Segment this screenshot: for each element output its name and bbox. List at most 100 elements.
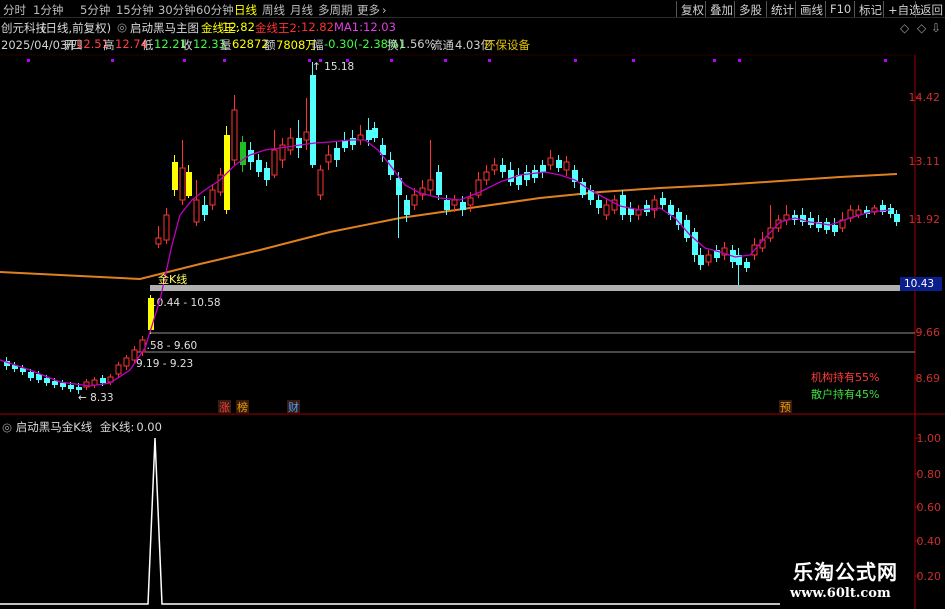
candle-body-down xyxy=(334,148,340,160)
candle-body-up xyxy=(491,164,498,171)
indicator-tick-label: 0.20 xyxy=(917,570,942,583)
candle-body-down xyxy=(264,168,270,180)
signal-dot xyxy=(632,59,635,62)
settings-icon[interactable]: ◎ xyxy=(2,420,12,434)
candle-body-up xyxy=(155,237,162,245)
candle-body-down xyxy=(296,138,302,148)
candle-body-down xyxy=(310,75,316,165)
candle-body-down xyxy=(44,378,50,383)
candle-body-down xyxy=(388,160,394,175)
candle-body-up xyxy=(483,171,490,181)
candle-body-down xyxy=(596,200,602,208)
candle-body-up xyxy=(451,199,458,206)
candle-body-up xyxy=(193,199,200,223)
stock-chart-app: 分时 1分钟 5分钟 15分钟 30分钟 60分钟 日线 周线 月线 多周期 更… xyxy=(0,0,945,609)
candle-body-up xyxy=(603,204,610,216)
candle-body-down xyxy=(28,372,34,378)
candle-body-down xyxy=(832,225,838,232)
candle-body-down xyxy=(500,165,506,172)
candle-body-down xyxy=(60,383,66,387)
signal-dot xyxy=(390,59,393,62)
indicator-legend: ◎ 启动黑马金K线 金K线: 0.00 xyxy=(0,419,162,435)
zone-label: 9.58 - 9.60 xyxy=(140,340,197,352)
candle-body-down xyxy=(524,172,530,180)
candle-body-up xyxy=(411,194,418,206)
candle-body-up xyxy=(547,157,554,166)
event-badge-label: 涨 xyxy=(219,401,230,414)
indicator-tick-label: 0.60 xyxy=(917,501,942,514)
signal-dot xyxy=(27,59,30,62)
retail-hold: 散户持有45% xyxy=(811,387,879,401)
candle-body-up xyxy=(467,197,474,206)
candle-body-up xyxy=(303,131,310,141)
signal-dot xyxy=(488,59,491,62)
candle-body-down xyxy=(894,214,900,222)
signal-dot xyxy=(884,59,887,62)
candle-body-highlight xyxy=(172,162,178,190)
zone-label: 9.19 - 9.23 xyxy=(136,358,193,370)
ma1-line xyxy=(0,139,891,387)
candle-body-up xyxy=(209,189,216,206)
candle-body-highlight xyxy=(186,172,192,196)
candle-body-up xyxy=(131,349,138,361)
candle-body-down xyxy=(744,262,750,268)
candle-body-down xyxy=(366,130,372,140)
signal-dot xyxy=(111,59,114,62)
candle-body-down xyxy=(824,222,830,230)
indicator-title[interactable]: 启动黑马金K线 xyxy=(16,420,93,434)
candle-body-down xyxy=(350,138,356,145)
resistance-band xyxy=(150,285,915,291)
candle-body-down xyxy=(52,381,58,385)
candle-body-up xyxy=(231,109,238,161)
golden-line xyxy=(0,173,898,281)
signal-dot xyxy=(713,59,716,62)
candle-body-up xyxy=(271,149,278,176)
candle-body-highlight xyxy=(148,298,154,330)
candle-body-down xyxy=(540,165,546,172)
event-badge-label: 榜 xyxy=(237,400,248,414)
candle-body-up xyxy=(635,209,642,216)
candle-body-down xyxy=(372,128,378,138)
candle-body-up xyxy=(163,214,170,241)
watermark-url: www.60lt.com xyxy=(790,586,891,601)
candle-body-down xyxy=(620,195,626,215)
candle-body-up xyxy=(91,379,98,386)
watermark-title: 乐淘公式网 xyxy=(793,560,898,584)
price-tick-label: 9.66 xyxy=(916,326,941,339)
indicator-tick-label: 1.00 xyxy=(917,432,942,445)
event-badge-label: 预 xyxy=(780,401,791,414)
candle-body-up xyxy=(123,357,130,367)
candle-body-down xyxy=(68,385,74,389)
price-tick-label: 11.92 xyxy=(909,213,941,226)
candle-body-up xyxy=(705,254,712,263)
candle-body-down xyxy=(660,198,666,205)
candle-body-up xyxy=(287,137,294,151)
candle-body-down xyxy=(202,205,208,215)
candle-body-up xyxy=(179,167,186,201)
candle-body-down xyxy=(692,232,698,255)
signal-dot xyxy=(183,59,186,62)
candle-body-down xyxy=(436,172,442,195)
candle-body-down xyxy=(404,200,410,215)
candle-body-down xyxy=(888,208,894,214)
chart-canvas: 14.42 13.11 11.92 9.66 8.69 1.00 0.80 0.60 0.40 0… xyxy=(0,54,945,609)
candle-body-down xyxy=(460,202,466,210)
price-tick-label: 13.11 xyxy=(909,155,941,168)
candle-body-up xyxy=(325,154,332,163)
candle-body-down xyxy=(698,255,704,265)
current-price-tag: 10.43 xyxy=(900,277,942,291)
signal-dot xyxy=(308,59,311,62)
candle-body-up xyxy=(317,169,324,196)
signal-dot xyxy=(738,59,741,62)
candle-body-down xyxy=(444,200,450,210)
candle-body-down xyxy=(100,378,106,383)
gold-k-indicator-line xyxy=(0,437,780,605)
institution-hold: 机构持有55% xyxy=(811,370,879,384)
candle-body-up xyxy=(563,161,570,171)
candle-body-up xyxy=(357,134,364,141)
price-tick-label: 14.42 xyxy=(909,91,941,104)
candle-body-up xyxy=(427,179,434,191)
indicator-value: 0.00 xyxy=(136,420,162,434)
candle-body-down xyxy=(76,387,82,390)
high-marker: ↑ 15.18 xyxy=(312,61,354,73)
